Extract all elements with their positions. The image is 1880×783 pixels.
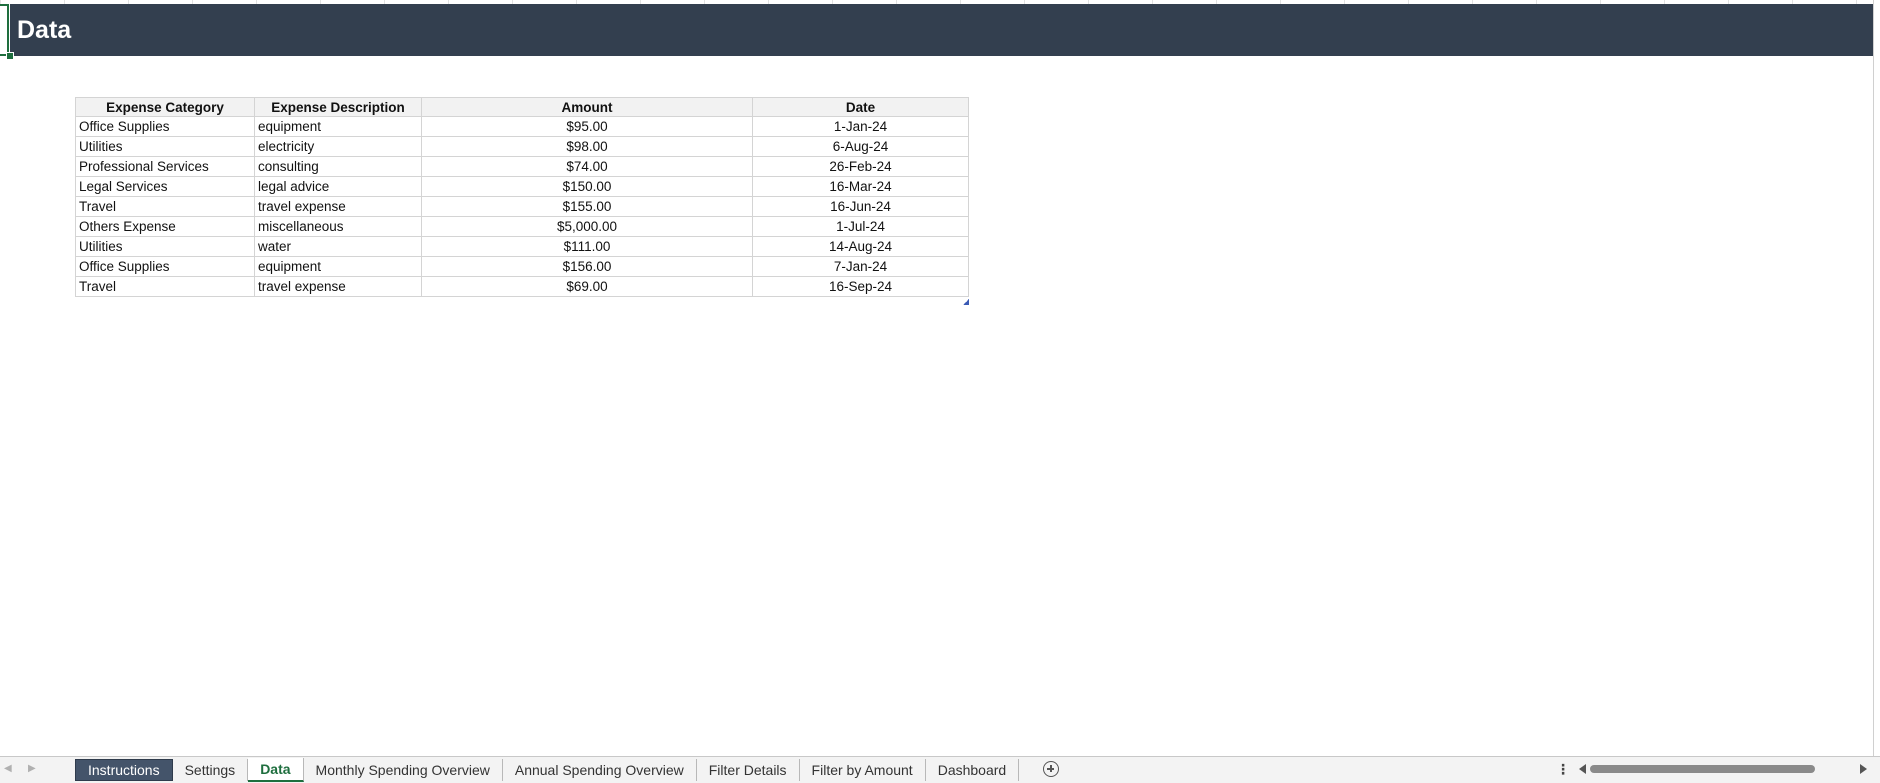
cell-amount[interactable]: $74.00: [421, 156, 753, 177]
cell-date[interactable]: 7-Jan-24: [752, 256, 969, 277]
table-row: Office Supplies equipment $156.00 7-Jan-24: [75, 256, 969, 277]
cell-amount[interactable]: $156.00: [421, 256, 753, 277]
cell-expense-category[interactable]: Others Expense: [75, 216, 255, 237]
cell-date[interactable]: 26-Feb-24: [752, 156, 969, 177]
scroll-left-icon[interactable]: [1579, 764, 1586, 774]
active-cell-cursor[interactable]: [0, 4, 9, 56]
tab-instructions[interactable]: Instructions: [75, 759, 173, 781]
cell-expense-description[interactable]: travel expense: [254, 276, 422, 297]
cell-date[interactable]: 16-Jun-24: [752, 196, 969, 217]
cell-amount[interactable]: $155.00: [421, 196, 753, 217]
title-banner[interactable]: Data: [10, 4, 1873, 56]
horizontal-scrollbar[interactable]: [1590, 765, 1815, 773]
table-row: Office Supplies equipment $95.00 1-Jan-24: [75, 116, 969, 137]
cell-expense-description[interactable]: consulting: [254, 156, 422, 177]
sheet-tabs: Instructions Settings Data Monthly Spending…: [75, 757, 1020, 783]
sheet-edge: [1873, 0, 1874, 756]
cell-date[interactable]: 16-Sep-24: [752, 276, 969, 297]
header-amount[interactable]: Amount: [421, 97, 753, 117]
fill-handle[interactable]: [6, 52, 14, 60]
worksheet[interactable]: Data Expense Category Expense Descriptio…: [0, 0, 1880, 756]
cell-amount[interactable]: $98.00: [421, 136, 753, 157]
header-expense-category[interactable]: Expense Category: [75, 97, 255, 117]
scroll-right-icon[interactable]: [1860, 764, 1867, 774]
cell-expense-description[interactable]: miscellaneous: [254, 216, 422, 237]
header-date[interactable]: Date: [752, 97, 969, 117]
cell-date[interactable]: 16-Mar-24: [752, 176, 969, 197]
table-row: Utilities electricity $98.00 6-Aug-24: [75, 136, 969, 157]
more-vertical-icon[interactable]: ⋮: [1556, 761, 1570, 778]
cell-amount[interactable]: $5,000.00: [421, 216, 753, 237]
cell-expense-description[interactable]: equipment: [254, 116, 422, 137]
cell-expense-category[interactable]: Utilities: [75, 236, 255, 257]
tab-monthly-spending-overview[interactable]: Monthly Spending Overview: [304, 759, 503, 781]
sheet-tab-bar: ◀ ▶ Instructions Settings Data Monthly Spen…: [0, 756, 1880, 783]
cell-date[interactable]: 14-Aug-24: [752, 236, 969, 257]
header-row: Expense Category Expense Description Amo…: [75, 97, 969, 117]
table-row: Travel travel expense $155.00 16-Jun-24: [75, 196, 969, 217]
cell-expense-description[interactable]: legal advice: [254, 176, 422, 197]
cell-expense-description[interactable]: travel expense: [254, 196, 422, 217]
tab-filter-by-amount[interactable]: Filter by Amount: [800, 759, 926, 781]
chevron-left-icon[interactable]: ◀: [4, 763, 12, 774]
table-row: Professional Services consulting $74.00 26-…: [75, 156, 969, 177]
table-row: Travel travel expense $69.00 16-Sep-24: [75, 276, 969, 297]
cell-expense-category[interactable]: Utilities: [75, 136, 255, 157]
cell-expense-category[interactable]: Office Supplies: [75, 256, 255, 277]
cell-amount[interactable]: $150.00: [421, 176, 753, 197]
table-row: Others Expense miscellaneous $5,000.00 1-Ju…: [75, 216, 969, 237]
cell-amount[interactable]: $69.00: [421, 276, 753, 297]
tab-dashboard[interactable]: Dashboard: [926, 759, 1020, 781]
table-resize-handle[interactable]: [963, 299, 969, 305]
cell-expense-description[interactable]: electricity: [254, 136, 422, 157]
cell-expense-category[interactable]: Professional Services: [75, 156, 255, 177]
chevron-right-icon[interactable]: ▶: [28, 763, 36, 774]
cell-expense-category[interactable]: Travel: [75, 196, 255, 217]
cell-expense-category[interactable]: Legal Services: [75, 176, 255, 197]
expense-table: Expense Category Expense Description Amo…: [75, 97, 969, 297]
cell-expense-category[interactable]: Travel: [75, 276, 255, 297]
cell-expense-description[interactable]: equipment: [254, 256, 422, 277]
tab-annual-spending-overview[interactable]: Annual Spending Overview: [503, 759, 697, 781]
cell-expense-category[interactable]: Office Supplies: [75, 116, 255, 137]
page-title: Data: [17, 15, 72, 44]
cell-date[interactable]: 6-Aug-24: [752, 136, 969, 157]
cell-date[interactable]: 1-Jul-24: [752, 216, 969, 237]
cell-amount[interactable]: $111.00: [421, 236, 753, 257]
cell-amount[interactable]: $95.00: [421, 116, 753, 137]
table-row: Utilities water $111.00 14-Aug-24: [75, 236, 969, 257]
plus-circle-icon[interactable]: [1043, 761, 1059, 777]
cell-date[interactable]: 1-Jan-24: [752, 116, 969, 137]
tab-settings[interactable]: Settings: [173, 759, 249, 781]
tab-data[interactable]: Data: [248, 758, 304, 782]
cell-expense-description[interactable]: water: [254, 236, 422, 257]
header-expense-description[interactable]: Expense Description: [254, 97, 422, 117]
table-row: Legal Services legal advice $150.00 16-Mar-…: [75, 176, 969, 197]
tab-filter-details[interactable]: Filter Details: [697, 759, 800, 781]
